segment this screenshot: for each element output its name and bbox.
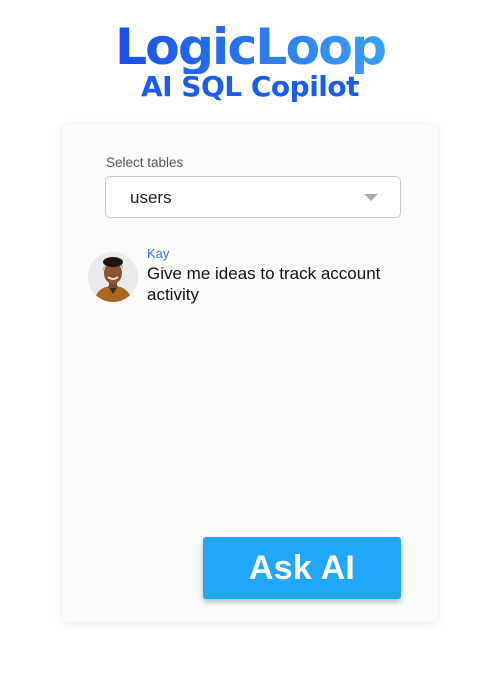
logicloop-logo: LogicLoop — [115, 18, 387, 74]
product-subtitle: AI SQL Copilot — [140, 70, 360, 103]
message-text: Give me ideas to track account activity — [147, 264, 381, 304]
selected-table-value: users — [130, 188, 172, 207]
user-avatar — [88, 252, 138, 302]
person-icon — [88, 252, 138, 302]
logo: LogicLoop — [0, 14, 500, 74]
select-tables-label: Select tables — [106, 155, 184, 170]
copilot-panel: Select tables users Kay Give me ideas to… — [62, 124, 438, 622]
table-select-dropdown[interactable]: users — [105, 176, 401, 218]
logo-wordmark: LogicLoop — [115, 18, 385, 74]
caret-down-icon[interactable] — [364, 194, 378, 201]
message-sender-name: Kay — [147, 246, 170, 261]
ask-ai-button[interactable]: Ask AI — [203, 537, 401, 599]
